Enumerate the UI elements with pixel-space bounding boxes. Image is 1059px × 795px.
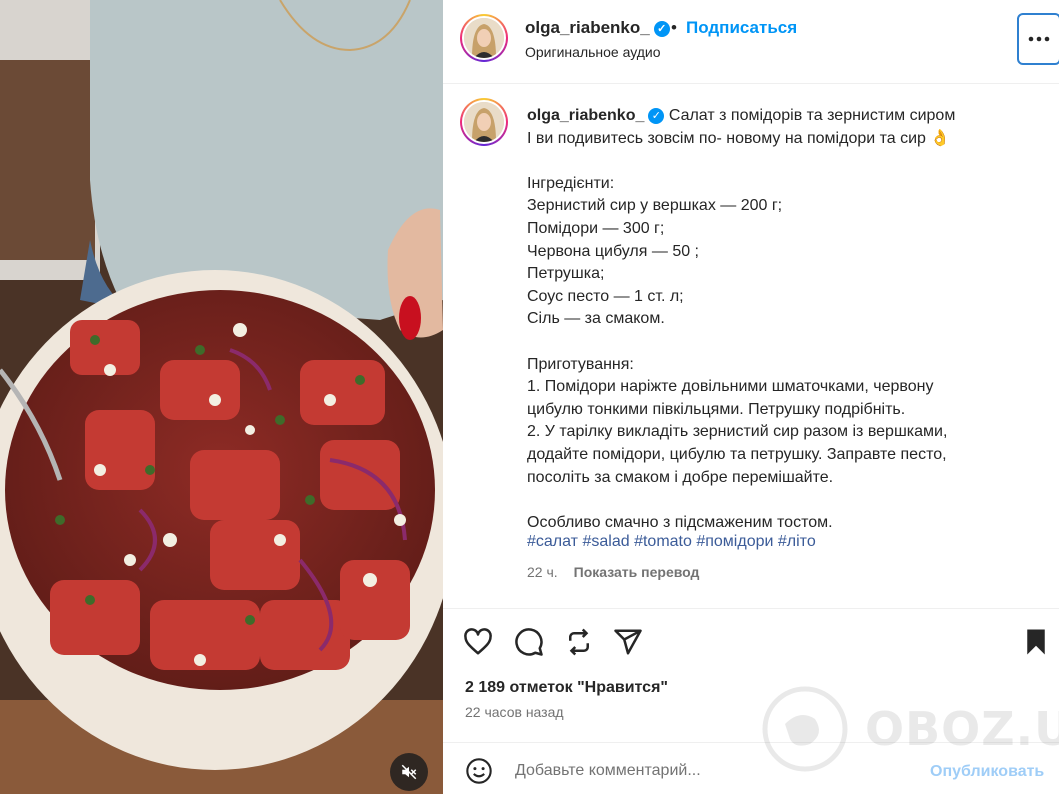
caption-section: olga_riabenko_ ✓ Салат з помідорів та зер… <box>443 84 1059 609</box>
mute-button[interactable] <box>390 753 428 791</box>
likes-count[interactable]: 2 189 отметок "Нравится" <box>465 679 668 697</box>
comment-input[interactable] <box>513 757 917 785</box>
caption-meta: 22 ч. Показать перевод <box>527 564 699 580</box>
username-text: olga_riabenko_ <box>525 18 650 37</box>
heart-icon[interactable] <box>463 627 493 657</box>
video-frame <box>0 0 443 794</box>
caption-text: olga_riabenko_ ✓ Салат з помідорів та зер… <box>527 105 1047 534</box>
publish-button[interactable]: Опубликовать <box>930 763 1044 781</box>
avatar-image <box>464 102 504 142</box>
more-horizontal-icon <box>1028 36 1050 42</box>
follow-button[interactable]: Подписаться <box>686 18 797 38</box>
comment-bubble-icon[interactable] <box>514 627 544 657</box>
post-header: olga_riabenko_ ✓ • Подписаться Оригинальн… <box>443 0 1059 84</box>
muted-speaker-icon <box>401 764 417 780</box>
hashtag-list: #салат #salad #tomato #помідори #літо <box>527 533 816 551</box>
comment-bar: Опубликовать <box>443 742 1059 795</box>
hashtag-link[interactable]: #салат <box>527 533 578 550</box>
caption-username[interactable]: olga_riabenko_ <box>527 107 644 124</box>
hashtag-link[interactable]: #помідори <box>696 533 773 550</box>
repost-icon[interactable] <box>564 627 594 657</box>
username-link[interactable]: olga_riabenko_ ✓ <box>525 18 670 38</box>
caption-body: Салат з помідорів та зернистим сиром І в… <box>527 107 956 531</box>
action-bar <box>443 608 1059 670</box>
audio-link[interactable]: Оригинальное аудио <box>525 44 661 60</box>
hashtag-link[interactable]: #літо <box>778 533 816 550</box>
caption-avatar[interactable] <box>460 98 508 146</box>
translate-button[interactable]: Показать перевод <box>574 564 700 580</box>
verified-badge-icon: ✓ <box>653 21 670 37</box>
separator-dot: • <box>671 18 677 37</box>
hashtag-link[interactable]: #tomato <box>634 533 692 550</box>
post-time: 22 часов назад <box>465 704 564 720</box>
video-player[interactable] <box>0 0 443 794</box>
more-options-button[interactable] <box>1017 13 1059 65</box>
send-icon[interactable] <box>613 627 643 657</box>
bookmark-filled-icon[interactable] <box>1021 627 1051 657</box>
hashtag-link[interactable]: #salad <box>582 533 629 550</box>
caption-age: 22 ч. <box>527 564 558 580</box>
verified-badge-icon: ✓ <box>648 108 665 124</box>
post-panel: olga_riabenko_ ✓ • Подписаться Оригинальн… <box>443 0 1059 794</box>
emoji-icon[interactable] <box>465 757 493 785</box>
avatar[interactable] <box>460 14 508 62</box>
avatar-image <box>464 18 504 58</box>
